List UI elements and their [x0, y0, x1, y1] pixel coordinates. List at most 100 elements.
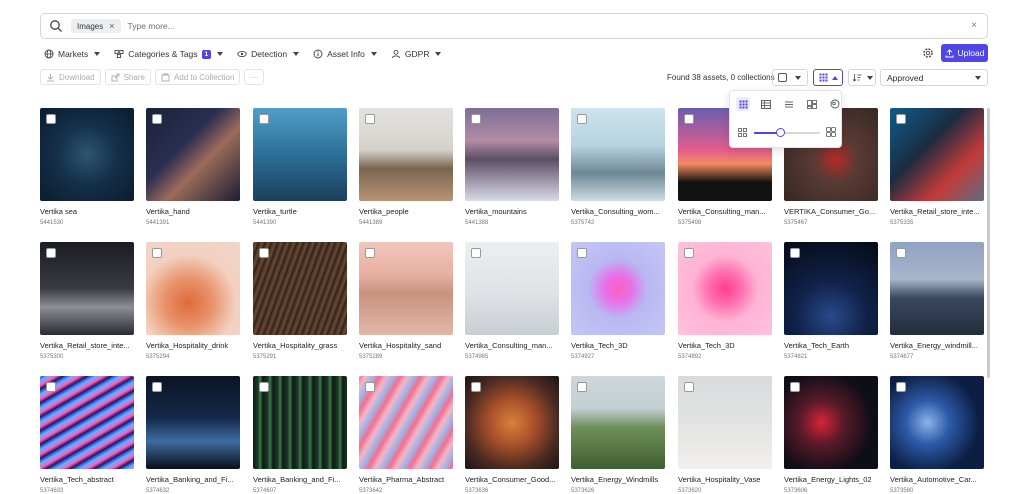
asset-checkbox[interactable] [46, 114, 56, 124]
asset-checkbox[interactable] [684, 114, 694, 124]
asset-card[interactable]: Vertika_Consulting_wom... 5375742 [571, 108, 665, 226]
asset-thumbnail[interactable] [890, 108, 984, 201]
asset-card[interactable]: Vertika_Tech_Earth 5374821 [784, 242, 878, 360]
asset-checkbox[interactable] [684, 248, 694, 258]
asset-title[interactable]: Vertika_Hospitality_Vase [678, 475, 778, 484]
asset-title[interactable]: Vertika_Consumer_Good... [465, 475, 565, 484]
asset-card[interactable]: Vertika_Tech_3D 5374927 [571, 242, 665, 360]
asset-checkbox[interactable] [471, 114, 481, 124]
add-to-collection-button[interactable]: Add to Collection [154, 69, 241, 85]
asset-thumbnail[interactable] [571, 242, 665, 335]
asset-thumbnail[interactable] [678, 376, 772, 469]
asset-checkbox[interactable] [365, 382, 375, 392]
filter-detection[interactable]: Detection [237, 47, 300, 61]
asset-checkbox[interactable] [896, 382, 906, 392]
asset-checkbox[interactable] [577, 382, 587, 392]
asset-card[interactable]: Vertika_mountains 5441388 [465, 108, 559, 226]
asset-checkbox[interactable] [896, 114, 906, 124]
asset-checkbox[interactable] [790, 382, 800, 392]
asset-card[interactable]: Vertika_Tech_3D 5374892 [678, 242, 772, 360]
slider-handle[interactable] [775, 128, 785, 137]
asset-title[interactable]: Vertika_Hospitality_grass [253, 341, 353, 350]
asset-thumbnail[interactable] [40, 108, 134, 201]
gear-icon[interactable] [922, 47, 934, 59]
asset-title[interactable]: Vertika_Energy_windmill... [890, 341, 990, 350]
clear-search-icon[interactable]: × [971, 20, 977, 31]
asset-card[interactable]: Vertika_Consulting_man... 5374985 [465, 242, 559, 360]
asset-title[interactable]: Vertika_Consulting_wom... [571, 207, 671, 216]
asset-card[interactable]: Vertika_Hospitality_grass 5375291 [253, 242, 347, 360]
asset-title[interactable]: Vertika_Pharma_Abstract [359, 475, 459, 484]
asset-thumbnail[interactable] [359, 376, 453, 469]
asset-title[interactable]: Vertika_mountains [465, 207, 565, 216]
asset-thumbnail[interactable] [465, 108, 559, 201]
asset-checkbox[interactable] [152, 248, 162, 258]
asset-checkbox[interactable] [259, 382, 269, 392]
asset-checkbox[interactable] [471, 382, 481, 392]
asset-thumbnail[interactable] [571, 376, 665, 469]
asset-thumbnail[interactable] [359, 108, 453, 201]
asset-title[interactable]: Vertika sea [40, 207, 140, 216]
asset-thumbnail[interactable] [678, 242, 772, 335]
asset-title[interactable]: Vertika_people [359, 207, 459, 216]
view-preview-option[interactable] [828, 97, 842, 111]
asset-title[interactable]: VERTIKA_Consumer_Go... [784, 207, 884, 216]
asset-card[interactable]: Vertika_Retail_store_inte... 5375335 [890, 108, 984, 226]
asset-title[interactable]: Vertika_Energy_Lights_02 [784, 475, 884, 484]
approval-status-select[interactable]: Approved [880, 69, 988, 86]
asset-thumbnail[interactable] [253, 376, 347, 469]
asset-thumbnail[interactable] [146, 242, 240, 335]
asset-card[interactable]: Vertika_Hospitality_sand 5375289 [359, 242, 453, 360]
sort-button[interactable] [848, 69, 876, 86]
asset-thumbnail[interactable] [146, 108, 240, 201]
asset-thumbnail[interactable] [146, 376, 240, 469]
asset-title[interactable]: Vertika_Retail_store_inte... [40, 341, 140, 350]
view-list-option[interactable] [782, 97, 796, 111]
search-bar[interactable]: Images × Type more... × [40, 13, 988, 39]
upload-button[interactable]: Upload [941, 44, 988, 62]
asset-thumbnail[interactable] [784, 376, 878, 469]
asset-checkbox[interactable] [259, 114, 269, 124]
asset-card[interactable]: Vertika_Automotive_Car... 5373580 [890, 376, 984, 494]
asset-card[interactable]: Vertika_Energy_Lights_02 5373606 [784, 376, 878, 494]
asset-card[interactable]: Vertika_Energy_Windmills 5373626 [571, 376, 665, 494]
asset-thumbnail[interactable] [359, 242, 453, 335]
asset-thumbnail[interactable] [40, 242, 134, 335]
filter-gdpr[interactable]: GDPR [391, 47, 442, 61]
asset-title[interactable]: Vertika_Hospitality_drink [146, 341, 246, 350]
asset-title[interactable]: Vertika_turtle [253, 207, 353, 216]
asset-title[interactable]: Vertika_Tech_abstract [40, 475, 140, 484]
asset-card[interactable]: Vertika_people 5441389 [359, 108, 453, 226]
asset-title[interactable]: Vertika_Retail_store_inte... [890, 207, 990, 216]
asset-checkbox[interactable] [577, 248, 587, 258]
asset-thumbnail[interactable] [571, 108, 665, 201]
thumbnail-size-slider[interactable] [738, 127, 836, 139]
more-actions-button[interactable]: ··· [244, 69, 265, 85]
asset-title[interactable]: Vertika_Tech_3D [571, 341, 671, 350]
asset-thumbnail[interactable] [890, 376, 984, 469]
asset-card[interactable]: Vertika_Banking_and_Fi... 5374607 [253, 376, 347, 494]
asset-title[interactable]: Vertika_hand [146, 207, 246, 216]
asset-thumbnail[interactable] [253, 242, 347, 335]
asset-title[interactable]: Vertika_Hospitality_sand [359, 341, 459, 350]
asset-card[interactable]: Vertika_Energy_windmill... 5374677 [890, 242, 984, 360]
asset-checkbox[interactable] [152, 114, 162, 124]
asset-card[interactable]: Vertika_turtle 5441390 [253, 108, 347, 226]
asset-title[interactable]: Vertika_Consulting_man... [465, 341, 565, 350]
asset-thumbnail[interactable] [253, 108, 347, 201]
asset-title[interactable]: Vertika_Energy_Windmills [571, 475, 671, 484]
asset-card[interactable]: Vertika sea 5441530 [40, 108, 134, 226]
asset-checkbox[interactable] [365, 114, 375, 124]
asset-checkbox[interactable] [684, 382, 694, 392]
asset-thumbnail[interactable] [465, 242, 559, 335]
asset-thumbnail[interactable] [465, 376, 559, 469]
asset-card[interactable]: Vertika_Consumer_Good... 5373636 [465, 376, 559, 494]
asset-card[interactable]: Vertika_hand 5441391 [146, 108, 240, 226]
asset-card[interactable]: Vertika_Tech_abstract 5374633 [40, 376, 134, 494]
asset-thumbnail[interactable] [784, 242, 878, 335]
view-table-option[interactable] [759, 97, 773, 111]
asset-checkbox[interactable] [471, 248, 481, 258]
asset-checkbox[interactable] [365, 248, 375, 258]
asset-checkbox[interactable] [896, 248, 906, 258]
asset-card[interactable]: Vertika_Pharma_Abstract 5373642 [359, 376, 453, 494]
